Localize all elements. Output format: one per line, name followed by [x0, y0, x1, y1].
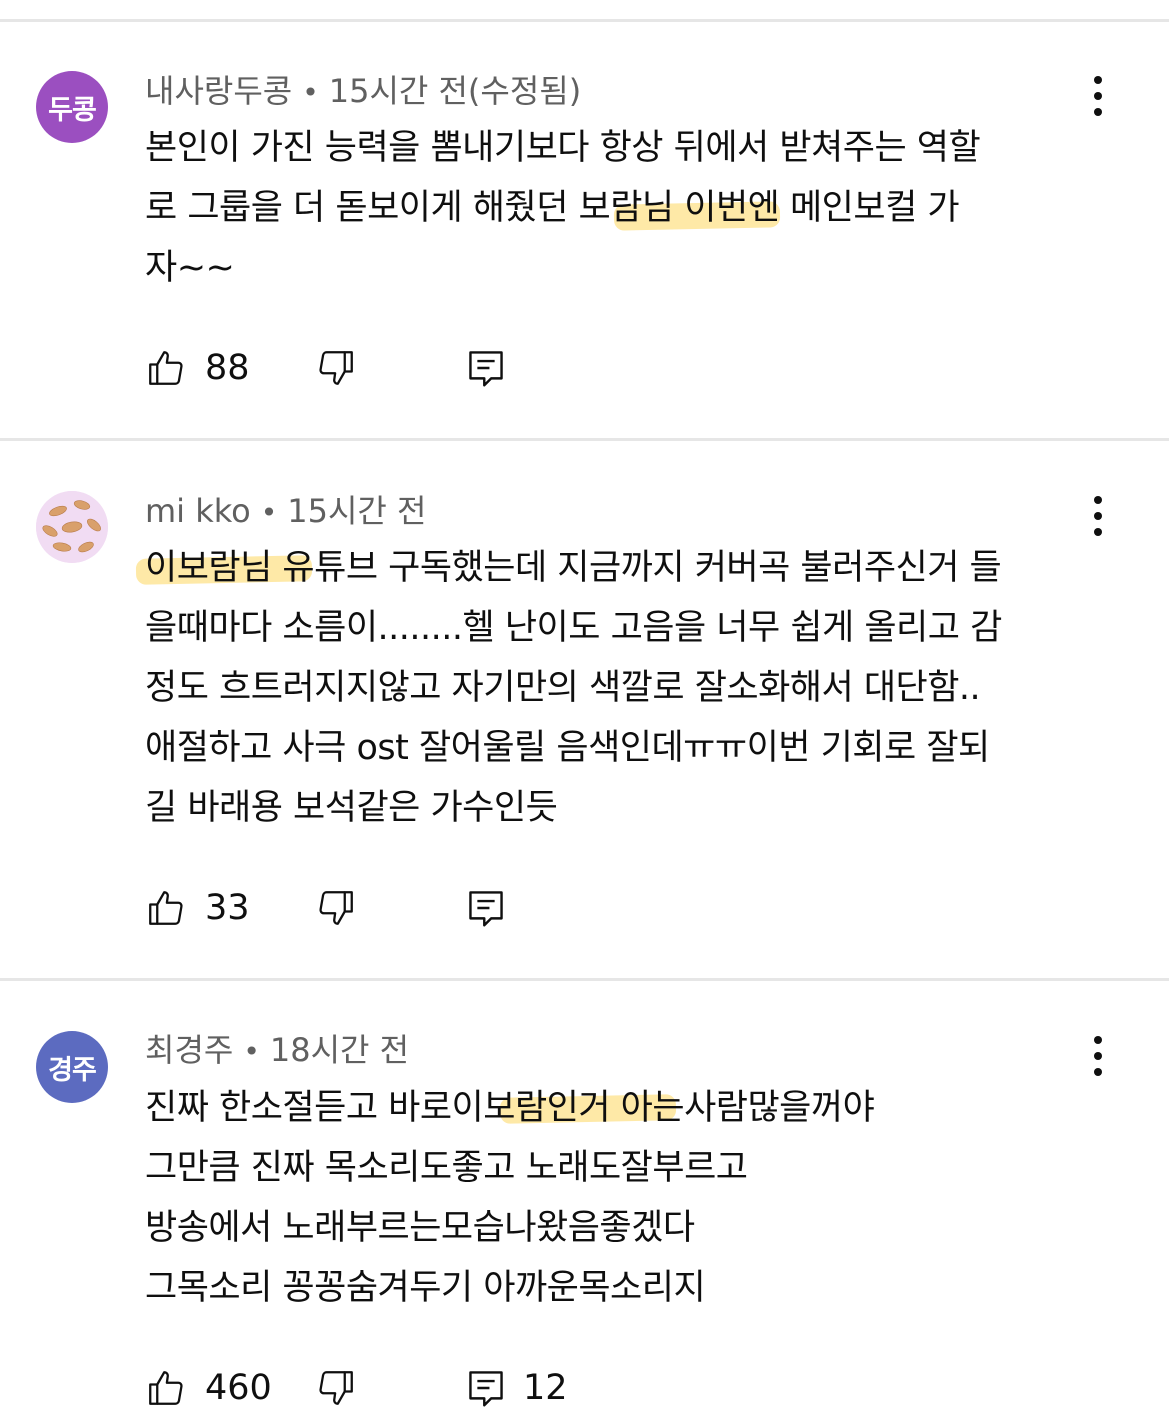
timestamp[interactable]: 15시간 전(수정됨)	[329, 72, 582, 110]
like-button[interactable]: 460	[145, 1366, 272, 1410]
avatar[interactable]: 두콩	[36, 71, 108, 143]
avatar-initials: 두콩	[48, 94, 97, 126]
comment-actions: 460 12	[145, 1366, 1045, 1410]
reply-button[interactable]	[467, 346, 523, 390]
comment-line: 로 그룹을 더 돋보이게 해줬던 보람님 이번엔 메인보컬 가	[145, 188, 960, 228]
separator-dot: •	[302, 76, 319, 109]
author-name[interactable]: 내사랑두콩	[145, 72, 292, 110]
avatar-image	[36, 491, 108, 563]
separator-dot: •	[260, 496, 278, 529]
like-button[interactable]: 33	[145, 886, 250, 930]
comment-text: 이보람님 유튜브 구독했는데 지금까지 커버곡 불러주신거 들 을때마다 소름이…	[145, 538, 1135, 838]
thumbs-down-icon	[315, 887, 357, 929]
reply-button[interactable]: 12	[467, 1366, 568, 1410]
comment-text: 본인이 가진 능력을 뽐내기보다 항상 뒤에서 받쳐주는 역할 로 그룹을 더 …	[145, 118, 1135, 298]
dislike-button[interactable]	[315, 886, 357, 930]
more-vertical-icon[interactable]	[1088, 496, 1108, 536]
comment-line: 자~~	[145, 248, 235, 288]
comment-line: 진짜 한소절듣고 바로이보람인거 아는사람많을꺼야	[145, 1088, 875, 1128]
comment-line: 길 바래용 보석같은 가수인듯	[145, 788, 558, 828]
author-name[interactable]: mi kko	[145, 492, 251, 530]
reply-count: 12	[523, 1368, 568, 1408]
comment-line: 방송에서 노래부르는모습나왔음좋겠다	[145, 1208, 695, 1248]
comment-actions: 88	[145, 346, 1045, 390]
like-count: 460	[205, 1368, 272, 1408]
thumbs-up-icon	[145, 887, 187, 929]
comment-line: 정도 흐트러지지않고 자기만의 색깔로 잘소화해서 대단함..	[145, 668, 981, 708]
reply-button[interactable]	[467, 886, 523, 930]
comment-reply-icon	[467, 1367, 505, 1409]
thumbs-up-icon	[145, 347, 187, 389]
comment-line: 이보람님 유튜브 구독했는데 지금까지 커버곡 불러주신거 들	[145, 548, 1002, 588]
thumbs-down-icon	[315, 347, 357, 389]
comment-line: 을때마다 소름이........헬 난이도 고음을 너무 쉽게 올리고 감	[145, 608, 1002, 648]
comment-reply-icon	[467, 887, 505, 929]
comment-meta: 내사랑두콩 • 15시간 전(수정됨)	[145, 71, 581, 113]
dislike-button[interactable]	[315, 1366, 357, 1410]
thumbs-down-icon	[315, 1367, 357, 1409]
dislike-button[interactable]	[315, 346, 357, 390]
separator-dot: •	[243, 1035, 260, 1068]
avatar[interactable]	[36, 491, 108, 563]
avatar-initials: 경주	[48, 1054, 97, 1086]
comment-line: 그만큼 진짜 목소리도좋고 노래도잘부르고	[145, 1148, 748, 1188]
like-button[interactable]: 88	[145, 346, 250, 390]
divider	[0, 438, 1169, 441]
more-vertical-icon[interactable]	[1088, 1036, 1108, 1076]
like-count: 33	[205, 888, 250, 928]
comment-meta: mi kko • 15시간 전	[145, 491, 426, 533]
comment-actions: 33	[145, 886, 1045, 930]
comment-text: 진짜 한소절듣고 바로이보람인거 아는사람많을꺼야 그만큼 진짜 목소리도좋고 …	[145, 1078, 1135, 1318]
timestamp[interactable]: 15시간 전	[287, 492, 426, 530]
avatar[interactable]: 경주	[36, 1031, 108, 1103]
comment-line: 본인이 가진 능력을 뽐내기보다 항상 뒤에서 받쳐주는 역할	[145, 128, 981, 168]
thumbs-up-icon	[145, 1367, 187, 1409]
timestamp[interactable]: 18시간 전	[270, 1031, 409, 1069]
like-count: 88	[205, 348, 250, 388]
divider	[0, 19, 1169, 22]
comment-meta: 최경주 • 18시간 전	[145, 1030, 409, 1072]
author-name[interactable]: 최경주	[145, 1031, 233, 1069]
more-vertical-icon[interactable]	[1088, 76, 1108, 116]
comment-line: 애절하고 사극 ost 잘어울릴 음색인데ㅠㅠ이번 기회로 잘되	[145, 728, 990, 768]
divider	[0, 978, 1169, 981]
comment-line: 그목소리 꽁꽁숨겨두기 아까운목소리지	[145, 1268, 706, 1308]
comment-reply-icon	[467, 347, 505, 389]
